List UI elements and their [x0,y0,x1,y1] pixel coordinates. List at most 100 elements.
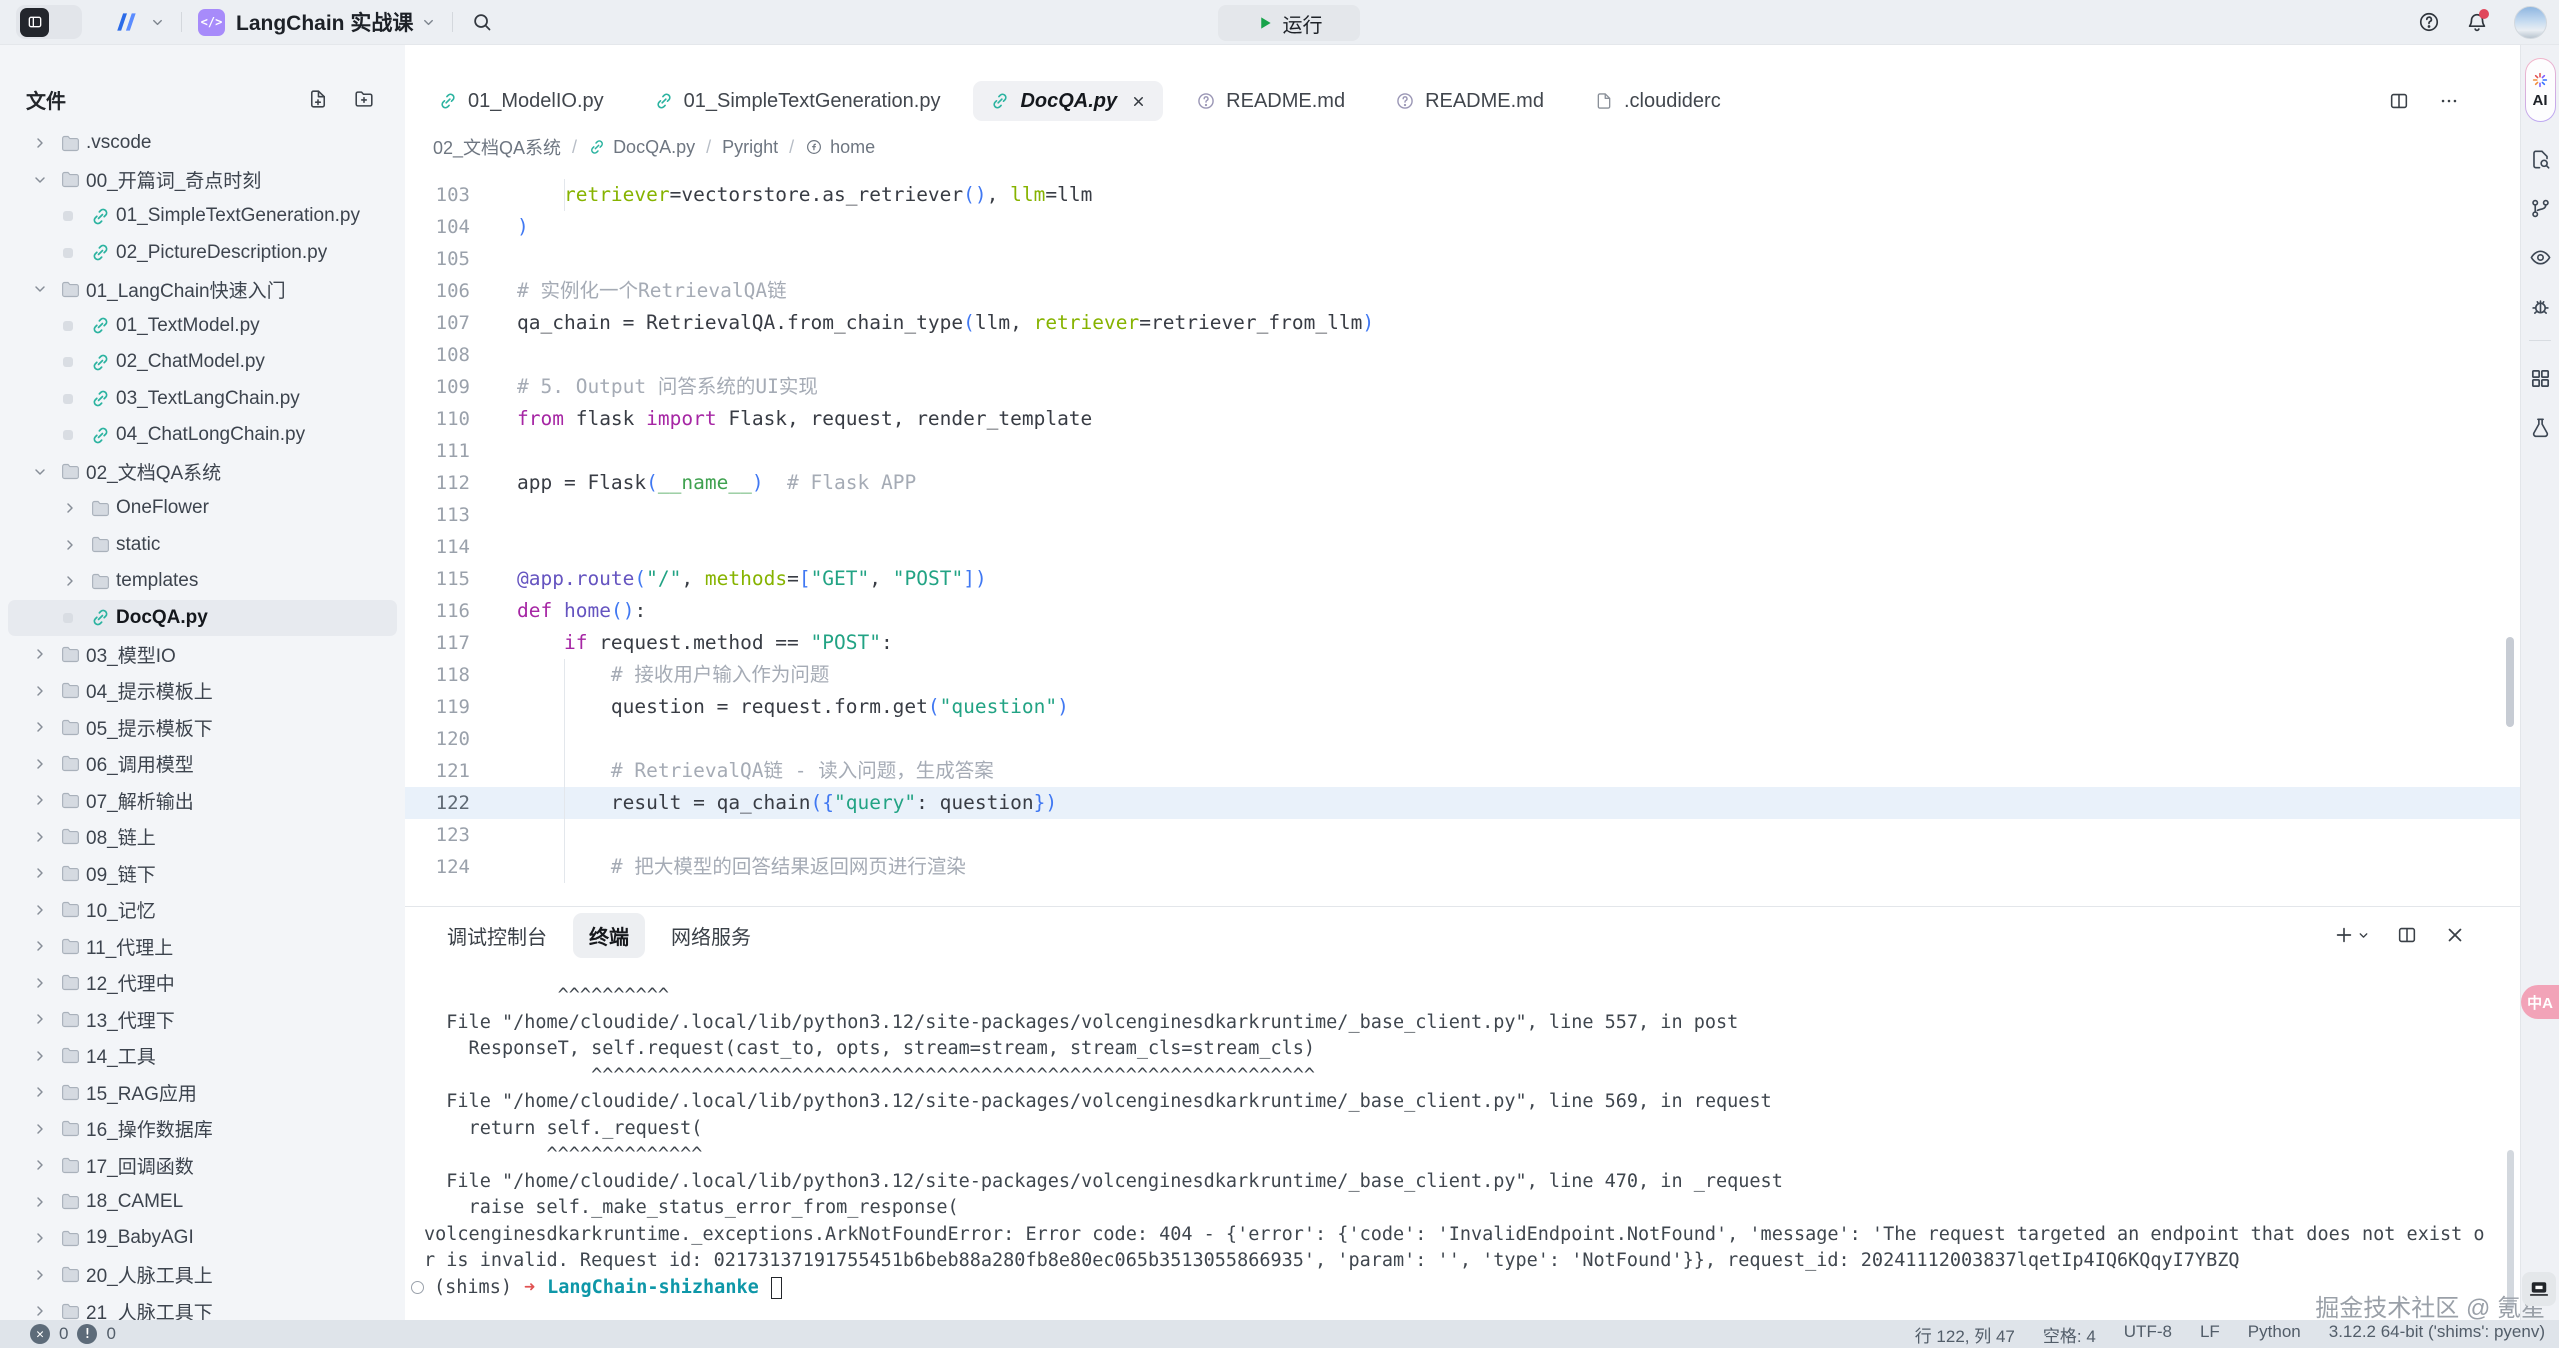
tree-file-item[interactable]: 02_PictureDescription.py [8,235,397,272]
ai-assistant-button[interactable]: AI [2525,58,2556,122]
search-in-files-button[interactable] [2529,148,2552,171]
breadcrumb-item[interactable]: Pyright [722,137,778,158]
tree-folder-item[interactable]: 00_开篇词_奇点时刻 [8,162,397,199]
marscode-logo-icon[interactable] [112,9,142,35]
tree-file-item[interactable]: 04_ChatLongChain.py [8,417,397,454]
split-editor-icon[interactable] [2388,90,2410,112]
editor-tabs: 01_ModelIO.py 01_SimpleTextGeneration.py D… [421,81,1738,121]
editor-tab[interactable]: 01_SimpleTextGeneration.py [637,81,958,121]
editor-scrollbar-thumb[interactable] [2506,637,2514,727]
tree-folder-item[interactable]: 10_记忆 [8,892,397,929]
error-count[interactable]: 0 [59,1324,68,1344]
status-item[interactable]: LF [2200,1322,2220,1347]
line-number: 124 [405,851,470,883]
panel-tab[interactable]: 终端 [573,913,645,958]
code-text: # 5. Output 问答系统的UI实现 [470,371,818,403]
tree-folder-item[interactable]: 17_回调函数 [8,1147,397,1184]
tree-folder-item[interactable]: 15_RAG应用 [8,1074,397,1111]
modified-dot [63,613,73,623]
user-avatar[interactable] [2514,6,2547,39]
tree-file-item[interactable]: 03_TextLangChain.py [8,381,397,418]
warning-count[interactable]: 0 [106,1324,115,1344]
help-icon[interactable] [2418,11,2440,33]
warnings-icon[interactable]: ! [77,1324,97,1344]
tree-folder-item[interactable]: 20_人脉工具上 [8,1257,397,1294]
tree-file-item[interactable]: 01_TextModel.py [8,308,397,345]
status-item[interactable]: 空格: 4 [2043,1322,2096,1347]
close-tab-icon[interactable] [1131,94,1146,109]
panel-tab[interactable]: 调试控制台 [431,913,563,958]
search-icon[interactable] [471,11,493,33]
sidebar-toggle-button[interactable] [16,5,82,39]
test-lab-button[interactable] [2529,416,2552,439]
tree-folder-item[interactable]: static [8,527,397,564]
tree-folder-item[interactable]: 09_链下 [8,855,397,892]
debug-button[interactable] [2529,295,2552,318]
breadcrumb-item[interactable]: home [805,137,875,158]
status-item[interactable]: UTF-8 [2124,1322,2172,1347]
tree-folder-item[interactable]: 21_人脉工具下 [8,1293,397,1320]
tree-folder-item[interactable]: 02_文档QA系统 [8,454,397,491]
tree-folder-item[interactable]: 18_CAMEL [8,1184,397,1221]
source-control-button[interactable] [2529,197,2552,220]
code-text: # 接收用户输入作为问题 [470,659,829,691]
extensions-button[interactable] [2529,367,2552,390]
tree-folder-item[interactable]: 19_BabyAGI [8,1220,397,1257]
editor-tab[interactable]: README.md [1378,81,1561,121]
line-number: 112 [405,467,470,499]
tree-file-item[interactable]: 01_SimpleTextGeneration.py [8,198,397,235]
tree-folder-item[interactable]: 06_调用模型 [8,746,397,783]
translate-button[interactable]: 中A [2521,985,2559,1019]
plus-icon [2333,924,2355,946]
preview-button[interactable] [2529,246,2552,269]
tree-folder-item[interactable]: 07_解析输出 [8,782,397,819]
new-folder-icon[interactable] [353,88,375,110]
chevron-right-icon [26,756,54,772]
tree-folder-item[interactable]: 03_模型IO [8,636,397,673]
editor-tab[interactable]: .cloudiderc [1577,81,1738,121]
status-item[interactable]: 3.12.2 64-bit ('shims': pyenv) [2329,1322,2545,1347]
tree-folder-item[interactable]: 01_LangChain快速入门 [8,271,397,308]
tree-folder-item[interactable]: 14_工具 [8,1038,397,1075]
tree-folder-item[interactable]: 11_代理上 [8,928,397,965]
editor-tab[interactable]: README.md [1179,81,1362,121]
remote-machine-button[interactable] [2522,1272,2556,1306]
tree-folder-item[interactable]: 12_代理中 [8,965,397,1002]
new-terminal-button[interactable] [2333,924,2370,946]
tree-folder-item[interactable]: 08_链上 [8,819,397,856]
tree-folder-item[interactable]: 13_代理下 [8,1001,397,1038]
breadcrumb-item[interactable]: DocQA.py [588,137,695,158]
notifications-bell-icon[interactable] [2466,11,2488,33]
more-actions-icon[interactable] [2438,90,2460,112]
chevron-right-icon [26,1011,54,1027]
breadcrumb-item[interactable]: 02_文档QA系统 [433,134,561,160]
terminal-scrollbar-thumb[interactable] [2507,1150,2514,1310]
errors-icon[interactable]: ✕ [30,1324,50,1344]
tree-folder-item[interactable]: 04_提示模板上 [8,673,397,710]
panel-tab[interactable]: 网络服务 [655,913,767,958]
close-panel-icon[interactable] [2444,924,2466,946]
py-icon [84,607,116,628]
status-item[interactable]: Python [2248,1322,2301,1347]
chevron-right-icon [56,573,84,589]
editor-tab[interactable]: 01_ModelIO.py [421,81,621,121]
new-file-icon[interactable] [307,88,329,110]
file-explorer-sidebar: 文件 .vscode00_开篇词_奇点时刻01_SimpleTextGenera… [0,45,405,1320]
tree-file-item[interactable]: DocQA.py [8,600,397,637]
terminal-output[interactable]: ^^^^^^^^^^ File "/home/cloudide/.local/l… [405,963,2520,1320]
tree-folder-item[interactable]: 16_操作数据库 [8,1111,397,1148]
project-menu-chevron-icon[interactable] [421,15,436,30]
split-panel-icon[interactable] [2396,924,2418,946]
tree-folder-item[interactable]: templates [8,563,397,600]
tree-folder-item[interactable]: 05_提示模板下 [8,709,397,746]
code-editor[interactable]: 103 retriever=vectorstore.as_retriever()… [405,169,2520,906]
status-item[interactable]: 行 122, 列 47 [1915,1322,2015,1347]
folder-icon [54,863,86,884]
tree-folder-item[interactable]: OneFlower [8,490,397,527]
workspace-switcher-chevron-icon[interactable] [150,15,165,30]
tree-file-item[interactable]: 02_ChatModel.py [8,344,397,381]
editor-tab[interactable]: DocQA.py [973,81,1163,121]
tree-item-label: 02_文档QA系统 [86,458,221,485]
run-button[interactable]: 运行 [1218,5,1360,41]
tree-folder-item[interactable]: .vscode [8,125,397,162]
